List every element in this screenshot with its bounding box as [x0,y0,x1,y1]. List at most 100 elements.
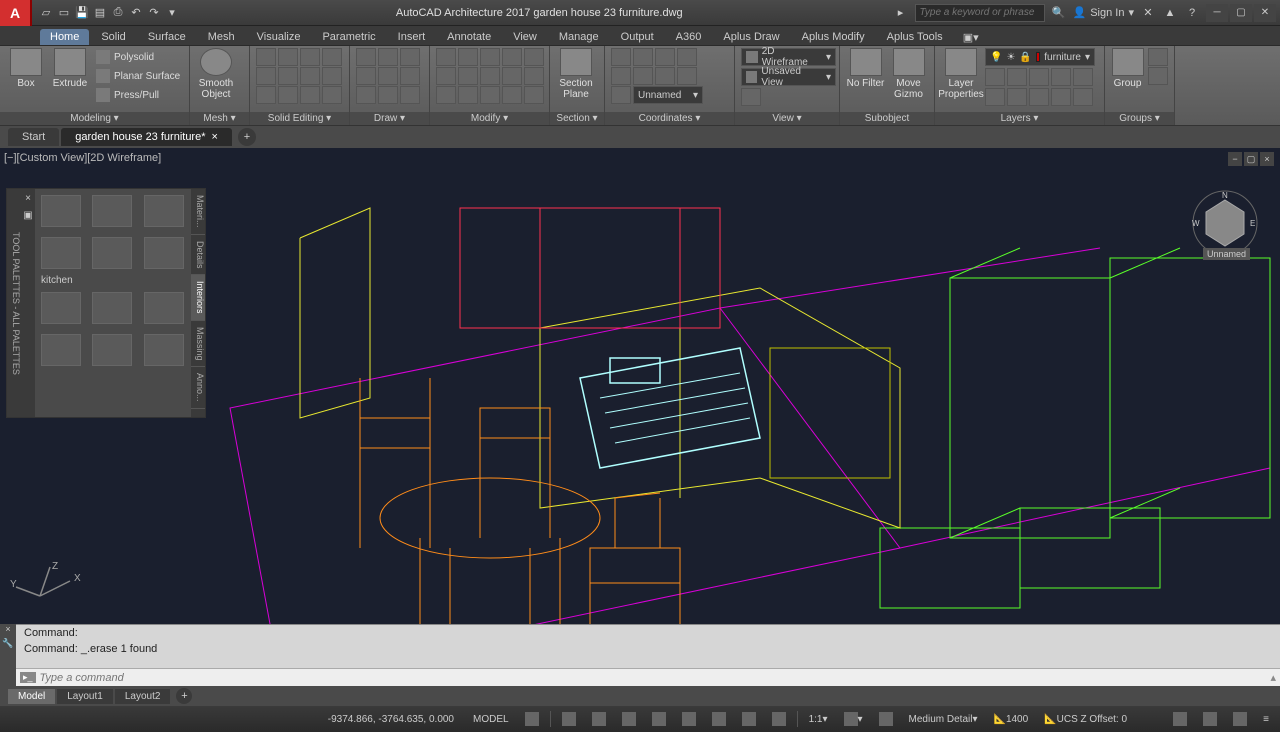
palette-item[interactable] [41,237,81,269]
palette-item[interactable] [92,334,132,366]
panel-modeling-title[interactable]: Modeling ▾ [0,112,189,125]
tab-visualize[interactable]: Visualize [247,29,311,45]
palette-item[interactable] [144,237,184,269]
lay-btn-6[interactable] [985,88,1005,106]
mod-btn-12[interactable] [458,86,478,104]
mod-btn-4[interactable] [502,48,522,66]
panel-mesh-title[interactable]: Mesh ▾ [190,112,249,125]
draw-btn-6[interactable] [400,67,420,85]
gear-icon[interactable]: ▾ [839,710,868,728]
info-arrow-icon[interactable]: ▸ [893,5,909,21]
command-recent-icon[interactable]: ▴ [1270,671,1276,684]
search-icon[interactable]: 🔍 [1051,5,1067,21]
snap-icon[interactable] [557,710,581,728]
view-combo[interactable]: Unsaved View▾ [741,68,836,86]
mod-btn-7[interactable] [458,67,478,85]
panel-draw-title[interactable]: Draw ▾ [350,112,429,125]
se-btn-8[interactable] [322,67,342,85]
layer-combo[interactable]: 💡☀🔒furniture▾ [985,48,1095,66]
layout1-tab[interactable]: Layout1 [57,689,113,704]
model-toggle[interactable]: MODEL [468,710,514,728]
lay-btn-1[interactable] [985,68,1005,86]
coordinates-readout[interactable]: -9374.866, -3764.635, 0.000 [292,714,462,725]
tab-manage[interactable]: Manage [549,29,609,45]
mod-btn-13[interactable] [480,86,500,104]
se-btn-11[interactable] [300,86,320,104]
se-btn-5[interactable] [256,67,276,85]
signin-button[interactable]: 👤Sign In▾ [1073,6,1134,19]
doc-tab-add-button[interactable]: + [238,128,256,146]
polysolid-button[interactable]: Polysolid [94,48,182,66]
extrude-button[interactable]: Extrude [50,48,90,89]
qat-print-icon[interactable]: ⎙ [110,5,126,21]
coord-btn-1[interactable] [611,48,631,66]
doc-tab-start[interactable]: Start [8,128,59,146]
command-prompt-icon[interactable]: ▸_ [20,672,36,683]
polar-icon[interactable] [617,710,641,728]
lay-btn-10[interactable] [1073,88,1093,106]
tab-view[interactable]: View [503,29,547,45]
qat-undo-icon[interactable]: ↶ [128,5,144,21]
mod-btn-6[interactable] [436,67,456,85]
mod-btn-3[interactable] [480,48,500,66]
palette-item[interactable] [144,334,184,366]
tab-solid[interactable]: Solid [91,29,135,45]
panel-section-title[interactable]: Section ▾ [550,112,604,125]
mod-btn-15[interactable] [524,86,544,104]
visual-style-combo[interactable]: 2D Wireframe▾ [741,48,836,66]
se-btn-2[interactable] [278,48,298,66]
close-button[interactable]: ✕ [1254,4,1276,22]
layer-properties-button[interactable]: Layer Properties [941,48,981,100]
palette-item[interactable] [41,292,81,324]
palette-tab-materials[interactable]: Materi... [191,189,205,235]
lay-btn-4[interactable] [1051,68,1071,86]
tab-a360[interactable]: A360 [666,29,712,45]
planar-surface-button[interactable]: Planar Surface [94,67,182,85]
ucs-icon[interactable]: X Y Z [10,561,90,614]
mod-btn-14[interactable] [502,86,522,104]
draw-btn-1[interactable] [356,48,376,66]
dynamic-ucs-icon[interactable] [737,710,761,728]
tab-aplus-modify[interactable]: Aplus Modify [792,29,875,45]
lay-btn-9[interactable] [1051,88,1071,106]
se-btn-1[interactable] [256,48,276,66]
qat-redo-icon[interactable]: ↷ [146,5,162,21]
mod-btn-8[interactable] [480,67,500,85]
help-search-input[interactable] [915,4,1045,22]
draw-btn-9[interactable] [400,86,420,104]
box-button[interactable]: Box [6,48,46,89]
panel-groups-title[interactable]: Groups ▾ [1105,112,1174,125]
app-logo[interactable]: A [0,0,32,26]
panel-view-title[interactable]: View ▾ [735,112,839,125]
palette-item[interactable] [144,292,184,324]
lay-btn-7[interactable] [1007,88,1027,106]
ucs-offset-control[interactable]: 📐 UCS Z Offset: 0 [1039,710,1132,728]
tab-surface[interactable]: Surface [138,29,196,45]
qat-new-icon[interactable]: ▱ [38,5,54,21]
viewport[interactable]: [−][Custom View][2D Wireframe] − ▢ × [0,148,1280,624]
tab-output[interactable]: Output [611,29,664,45]
palette-tab-anno[interactable]: Anno... [191,367,205,409]
grp-btn-1[interactable] [1148,48,1168,66]
coord-btn-6[interactable] [633,67,653,85]
draw-btn-2[interactable] [378,48,398,66]
draw-btn-8[interactable] [378,86,398,104]
grp-btn-2[interactable] [1148,67,1168,85]
se-btn-7[interactable] [300,67,320,85]
group-button[interactable]: Group [1111,48,1144,89]
scale-control[interactable]: 1:1 ▾ [804,710,833,728]
layout-add-button[interactable]: + [176,688,192,704]
osnap-icon[interactable] [647,710,671,728]
palette-item[interactable] [41,195,81,227]
se-btn-6[interactable] [278,67,298,85]
qat-open-icon[interactable]: ▭ [56,5,72,21]
panel-solidediting-title[interactable]: Solid Editing ▾ [250,112,349,125]
tool-palette[interactable]: TOOL PALETTES - ALL PALETTES × ▣ kitchen… [6,188,206,418]
tab-aplus-tools[interactable]: Aplus Tools [877,29,953,45]
exchange-icon[interactable]: ✕ [1140,5,1156,21]
palette-item[interactable] [92,292,132,324]
section-plane-button[interactable]: Section Plane [556,48,596,100]
coord-btn-5[interactable] [611,67,631,85]
customize-icon[interactable]: ≡ [1258,710,1274,728]
cmd-close-icon[interactable]: × [0,624,16,638]
